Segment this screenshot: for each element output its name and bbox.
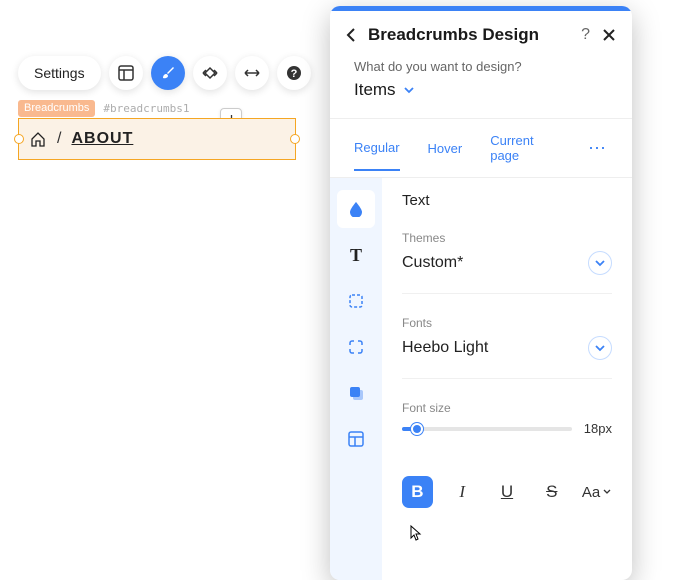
underline-button[interactable]: U bbox=[492, 476, 523, 508]
breadcrumb-current: ABOUT bbox=[71, 130, 133, 148]
font-size-slider[interactable] bbox=[402, 427, 572, 431]
format-row: B I U S Aa bbox=[402, 476, 612, 508]
sidebar-corners[interactable] bbox=[337, 328, 375, 366]
chevron-down-icon bbox=[404, 87, 414, 94]
tab-hover[interactable]: Hover bbox=[428, 127, 463, 170]
editor-toolbar: Settings ? bbox=[18, 56, 311, 90]
layout-button[interactable] bbox=[109, 56, 143, 90]
tab-current-page[interactable]: Current page bbox=[490, 119, 560, 177]
animation-icon bbox=[201, 66, 219, 80]
design-content: Text Themes Custom* Fonts Heebo Light Fo… bbox=[382, 178, 632, 580]
case-button[interactable]: Aa bbox=[581, 476, 612, 508]
shadow-icon bbox=[348, 385, 364, 401]
panel-header: Breadcrumbs Design ? bbox=[330, 11, 632, 59]
settings-button[interactable]: Settings bbox=[18, 56, 101, 90]
panel-title: Breadcrumbs Design bbox=[368, 25, 569, 45]
panel-help-button[interactable]: ? bbox=[581, 26, 590, 44]
svg-text:?: ? bbox=[290, 68, 297, 80]
layout-icon bbox=[118, 65, 134, 81]
themes-expand[interactable] bbox=[588, 251, 612, 275]
panel-question: What do you want to design? bbox=[330, 59, 632, 74]
stretch-icon bbox=[243, 67, 261, 79]
element-badges: Breadcrumbs #breadcrumbs1 bbox=[18, 100, 194, 117]
italic-button[interactable]: I bbox=[447, 476, 478, 508]
element-id-badge: #breadcrumbs1 bbox=[99, 100, 193, 117]
sidebar-text[interactable]: T bbox=[337, 236, 375, 274]
fonts-expand[interactable] bbox=[588, 336, 612, 360]
animation-button[interactable] bbox=[193, 56, 227, 90]
themes-field: Themes Custom* bbox=[402, 231, 612, 294]
strikethrough-button[interactable]: S bbox=[536, 476, 567, 508]
slider-thumb[interactable] bbox=[411, 423, 423, 435]
fonts-field: Fonts Heebo Light bbox=[402, 316, 612, 379]
element-type-badge: Breadcrumbs bbox=[18, 100, 95, 117]
help-icon: ? bbox=[286, 65, 302, 81]
sidebar-fill[interactable] bbox=[337, 190, 375, 228]
font-size-value: 18px bbox=[584, 421, 612, 436]
spacing-icon bbox=[348, 431, 364, 447]
design-panel: Breadcrumbs Design ? What do you want to… bbox=[330, 6, 632, 580]
font-size-field: Font size 18px bbox=[402, 401, 612, 454]
tab-regular[interactable]: Regular bbox=[354, 126, 400, 171]
sidebar-border-dashed[interactable] bbox=[337, 282, 375, 320]
font-size-label: Font size bbox=[402, 401, 612, 415]
droplet-icon bbox=[349, 201, 363, 217]
stretch-button[interactable] bbox=[235, 56, 269, 90]
brush-icon bbox=[160, 65, 176, 81]
scope-selector[interactable]: Items bbox=[330, 74, 632, 119]
scope-value: Items bbox=[354, 80, 396, 100]
themes-label: Themes bbox=[402, 231, 612, 245]
home-icon bbox=[29, 130, 47, 148]
bold-button[interactable]: B bbox=[402, 476, 433, 508]
breadcrumb-preview[interactable]: / ABOUT bbox=[18, 118, 296, 160]
category-sidebar: T bbox=[330, 178, 382, 580]
design-button[interactable] bbox=[151, 56, 185, 90]
state-tabs: Regular Hover Current page ⋯ bbox=[330, 119, 632, 178]
fonts-label: Fonts bbox=[402, 316, 612, 330]
text-icon: T bbox=[350, 245, 362, 266]
tab-more[interactable]: ⋯ bbox=[588, 138, 608, 159]
breadcrumb-separator: / bbox=[57, 130, 61, 148]
dashed-square-icon bbox=[348, 293, 364, 309]
sidebar-spacing[interactable] bbox=[337, 420, 375, 458]
settings-label: Settings bbox=[34, 65, 85, 81]
panel-close-button[interactable] bbox=[602, 28, 616, 42]
sidebar-shadow[interactable] bbox=[337, 374, 375, 412]
corners-icon bbox=[348, 339, 364, 355]
back-button[interactable] bbox=[346, 27, 356, 43]
fonts-value: Heebo Light bbox=[402, 339, 488, 357]
help-button[interactable]: ? bbox=[277, 56, 311, 90]
section-title: Text bbox=[402, 192, 612, 209]
themes-value: Custom* bbox=[402, 254, 463, 272]
